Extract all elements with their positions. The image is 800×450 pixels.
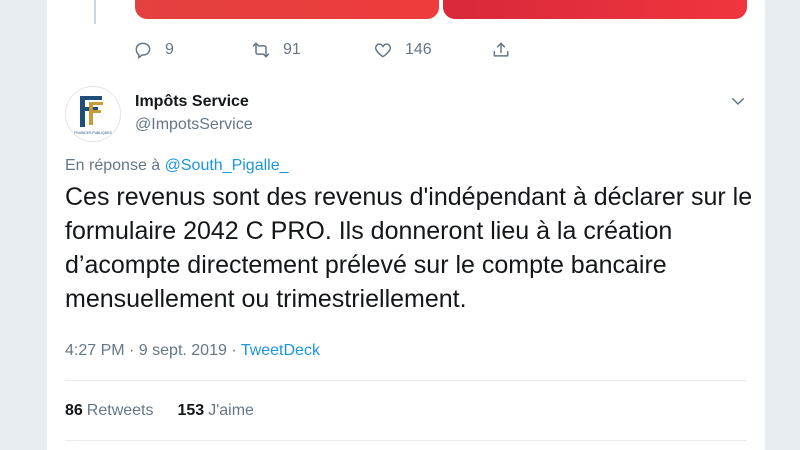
tweet-timestamp[interactable]: 4:27 PM · 9 sept. 2019 ·	[65, 342, 241, 359]
tweet-text: Ces revenus sont des revenus d'indépenda…	[65, 183, 753, 313]
reply-context: En réponse à @South_Pigalle_	[65, 157, 289, 175]
reply-prefix: En réponse à	[65, 157, 165, 174]
reply-icon	[135, 42, 151, 59]
retweet-icon	[252, 42, 270, 58]
reply-count: 9	[165, 41, 174, 58]
tweet-source-link[interactable]: TweetDeck	[241, 342, 320, 359]
media-image-left[interactable]	[135, 0, 439, 19]
avatar-caption: FINANCES PUBLIQUES	[74, 131, 112, 135]
retweets-label: Retweets	[86, 402, 154, 419]
reply-mention-link[interactable]: @South_Pigalle_	[165, 157, 289, 174]
retweet-button[interactable]: 91	[251, 36, 301, 64]
avatar[interactable]: FINANCES PUBLIQUES	[65, 86, 121, 142]
like-button[interactable]: 146	[373, 36, 432, 64]
engagement-stats: 86 Retweets 153 J'aime	[65, 402, 278, 420]
chevron-down-icon	[732, 98, 744, 105]
more-options-button[interactable]	[729, 92, 747, 110]
author-handle[interactable]: @ImpotsService	[135, 116, 253, 134]
share-icon	[493, 42, 509, 57]
retweets-count: 86	[65, 402, 83, 419]
divider	[65, 440, 747, 441]
tweet-metadata: 4:27 PM · 9 sept. 2019 · TweetDeck	[65, 342, 320, 360]
likes-count: 153	[177, 402, 205, 419]
likes-stat[interactable]: 153 J'aime	[178, 402, 254, 420]
share-button[interactable]	[491, 36, 511, 64]
retweets-stat[interactable]: 86 Retweets	[65, 402, 154, 420]
tweet-card: 9 91 146 FINANCES PUBLIQUES Impôts Servi…	[46, 0, 766, 450]
author-name[interactable]: Impôts Service	[135, 93, 249, 111]
thread-line	[94, 0, 96, 24]
finances-publiques-logo: FINANCES PUBLIQUES	[67, 88, 119, 140]
like-icon	[374, 43, 392, 58]
like-count: 146	[405, 41, 432, 58]
retweet-count: 91	[283, 41, 301, 58]
reply-button[interactable]: 9	[133, 36, 174, 64]
likes-label: J'aime	[208, 402, 254, 419]
media-image-right[interactable]	[443, 0, 747, 19]
divider	[65, 380, 747, 381]
